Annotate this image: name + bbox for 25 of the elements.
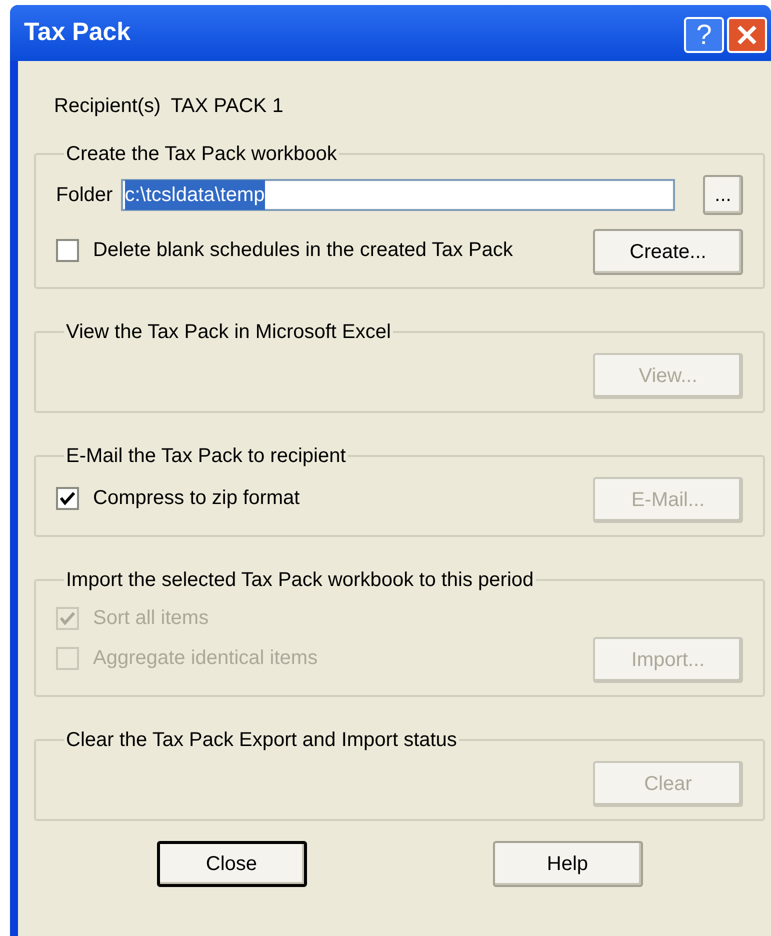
- window-title: Tax Pack: [24, 17, 132, 48]
- check-icon: [60, 612, 75, 624]
- group-title: E-Mail the Tax Pack to recipient: [65, 444, 347, 469]
- checkbox-label: Compress to zip format: [93, 486, 300, 511]
- group-title: Import the selected Tax Pack workbook to this period: [65, 568, 535, 593]
- dialog-button[interactable]: Close: [156, 841, 306, 887]
- group-title: Clear the Tax Pack Export and Import status: [65, 728, 458, 753]
- folder-field[interactable]: c:\tcsldata\temp: [120, 179, 675, 211]
- check-icon: [60, 492, 75, 504]
- close-icon: [736, 24, 758, 46]
- close-button[interactable]: [727, 17, 767, 53]
- dialog-button[interactable]: Help: [492, 841, 642, 887]
- group-title: View the Tax Pack in Microsoft Excel: [65, 320, 392, 345]
- recipient-value: TAX PACK 1: [170, 94, 284, 119]
- help-button[interactable]: ?: [684, 17, 724, 53]
- recipient-label: Recipient(s): [54, 94, 161, 119]
- checkbox-label: Delete blank schedules in the created Tax Pack: [93, 238, 513, 263]
- checkbox-label: Aggregate identical items: [93, 646, 318, 671]
- folder-label: Folder: [56, 183, 113, 208]
- checkbox-label: Sort all items: [93, 606, 209, 631]
- group-title: Create the Tax Pack workbook: [65, 142, 338, 167]
- checkbox[interactable]: [56, 238, 79, 262]
- checkbox[interactable]: [56, 486, 79, 510]
- browse-button[interactable]: ...: [703, 175, 743, 215]
- action-button[interactable]: Create...: [593, 229, 743, 275]
